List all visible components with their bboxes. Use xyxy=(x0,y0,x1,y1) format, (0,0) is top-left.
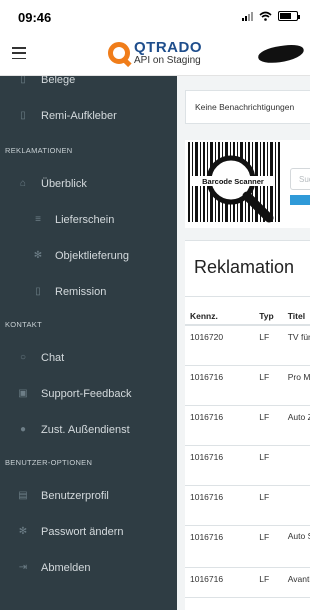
scan-button[interactable] xyxy=(290,195,310,205)
barcode-scanner-label: Barcode Scanner xyxy=(202,177,264,186)
person-icon: ● xyxy=(19,424,27,435)
section-reklamationen: REKLAMATIONEN xyxy=(5,146,73,155)
cell-kennz: 1016716 xyxy=(185,485,255,526)
sidebar-item-label: Zust. Außendienst xyxy=(41,424,130,436)
qtrado-logo-icon xyxy=(108,42,130,64)
sidebar-item-label: Abmelden xyxy=(41,562,91,574)
cell-kennz: 1016716 xyxy=(185,365,255,406)
sidebar-item-belege[interactable]: ▯ Belege xyxy=(0,76,177,98)
panel-title: Reklamation xyxy=(194,257,295,277)
sidebar-item-zust-aussendienst[interactable]: ● Zust. Außendienst xyxy=(0,412,177,448)
sidebar-item-passwort-aendern[interactable]: ✻ Passwort ändern xyxy=(0,514,177,550)
brand-name: QTRADO xyxy=(134,39,202,56)
sidebar-item-label: Benutzerprofil xyxy=(41,490,109,502)
home-icon: ⌂ xyxy=(19,178,27,189)
sidebar-item-label: Passwort ändern xyxy=(41,526,124,538)
cell-kennz: 1016716 xyxy=(185,525,255,568)
gear-icon: ✻ xyxy=(33,250,43,261)
sidebar: ▯ Belege ▯ Remi-Aufkleber REKLAMATIONEN … xyxy=(0,76,177,610)
cell-kennz: 1016716 xyxy=(185,405,255,446)
cell-typ: LF xyxy=(254,445,283,486)
barcode-scanner-logo[interactable]: Barcode Scanner xyxy=(187,140,281,224)
column-header-typ[interactable]: Typ xyxy=(254,307,283,326)
sidebar-item-abmelden[interactable]: ⇥ Abmelden xyxy=(0,550,177,586)
section-benutzer-optionen: BENUTZER-OPTIONEN xyxy=(5,458,93,467)
id-card-icon: ▤ xyxy=(18,490,28,501)
sidebar-item-label: Support-Feedback xyxy=(41,388,132,400)
table-row[interactable]: 1016716 LF xyxy=(185,445,310,486)
cell-typ: LF xyxy=(254,405,283,446)
cell-typ: LF xyxy=(254,485,283,526)
wifi-icon xyxy=(259,11,272,21)
section-kontakt: KONTAKT xyxy=(5,320,42,329)
sidebar-item-support-feedback[interactable]: ▣ Support-Feedback xyxy=(0,376,177,412)
gear-icon: ✻ xyxy=(18,526,28,537)
app-logo: QTRADO API on Staging xyxy=(108,40,202,66)
cell-kennz: 1016720 xyxy=(185,325,255,366)
cell-titel: Auto Zeitung xyxy=(282,405,310,446)
notification-banner: Keine Benachrichtigungen xyxy=(185,90,310,124)
redacted-mark xyxy=(257,42,305,66)
sidebar-item-chat[interactable]: ○ Chat xyxy=(0,340,177,376)
status-bar: 09:46 xyxy=(0,0,310,32)
sidebar-item-label: Objektlieferung xyxy=(55,250,129,262)
logout-icon: ⇥ xyxy=(18,562,28,573)
sidebar-item-label: Belege xyxy=(41,76,76,86)
reklamation-table: Kennz. Typ Titel 1016720 LF TV für Mich … xyxy=(185,307,310,598)
cell-kennz: 1016716 xyxy=(185,445,255,486)
cell-titel: Auto Strasse xyxy=(282,525,310,568)
table-row[interactable]: 1016720 LF TV für Mich xyxy=(185,325,310,366)
support-icon: ▣ xyxy=(18,388,28,399)
table-row[interactable]: 1016716 LF Pro Mobil xyxy=(185,365,310,406)
menu-icon[interactable] xyxy=(12,47,26,59)
cell-titel: Avanti xyxy=(282,567,310,598)
cell-typ: LF xyxy=(254,365,283,406)
cell-titel xyxy=(282,445,310,486)
cell-kennz: 1016716 xyxy=(185,567,255,598)
signal-icon xyxy=(242,11,253,21)
table-row[interactable]: 1016716 LF Auto Zeitung xyxy=(185,405,310,446)
sidebar-item-label: Remission xyxy=(55,286,107,298)
cell-titel: Pro Mobil xyxy=(282,365,310,406)
barcode-scanner-section: Barcode Scanner Suchen xyxy=(185,140,310,228)
table-row[interactable]: 1016716 LF Avanti xyxy=(185,567,310,598)
table-row[interactable]: 1016716 LF Auto Strasse xyxy=(185,525,310,568)
cell-typ: LF xyxy=(254,325,283,366)
sidebar-item-label: Lieferschein xyxy=(55,214,115,226)
column-header-titel[interactable]: Titel xyxy=(282,307,310,326)
sidebar-item-ueberblick[interactable]: ⌂ Überblick xyxy=(0,166,177,202)
document-icon: ▯ xyxy=(20,110,26,121)
cell-titel xyxy=(282,485,310,526)
sidebar-item-label: Chat xyxy=(41,352,65,364)
sidebar-item-label: Remi-Aufkleber xyxy=(41,110,117,122)
document-icon: ▯ xyxy=(20,76,26,85)
reklamation-panel: Reklamation Kennz. Typ Titel 1016720 LF … xyxy=(185,240,310,610)
app-header: QTRADO API on Staging xyxy=(0,32,310,76)
column-header-kennz[interactable]: Kennz. xyxy=(185,307,255,326)
environment-label: API on Staging xyxy=(134,55,201,66)
sidebar-item-label: Überblick xyxy=(41,178,87,190)
table-row[interactable]: 1016716 LF xyxy=(185,485,310,526)
main-content: Keine Benachrichtigungen Barcode Scanner… xyxy=(177,76,310,610)
sidebar-item-remission[interactable]: ▯ Remission xyxy=(0,274,177,310)
list-icon: ≡ xyxy=(35,214,41,225)
barcode-search-input[interactable]: Suchen xyxy=(290,168,310,190)
status-icons xyxy=(242,11,300,21)
chat-icon: ○ xyxy=(19,352,27,363)
sidebar-item-lieferschein[interactable]: ≡ Lieferschein xyxy=(0,202,177,238)
sidebar-item-objektlieferung[interactable]: ✻ Objektlieferung xyxy=(0,238,177,274)
document-icon: ▯ xyxy=(35,286,41,297)
divider xyxy=(185,296,310,297)
sidebar-item-remi-aufkleber[interactable]: ▯ Remi-Aufkleber xyxy=(0,98,177,134)
cell-titel: TV für Mich xyxy=(282,325,310,366)
status-time: 09:46 xyxy=(18,10,52,25)
battery-icon xyxy=(278,11,300,21)
cell-typ: LF xyxy=(254,525,283,568)
cell-typ: LF xyxy=(254,567,283,598)
sidebar-item-benutzerprofil[interactable]: ▤ Benutzerprofil xyxy=(0,478,177,514)
